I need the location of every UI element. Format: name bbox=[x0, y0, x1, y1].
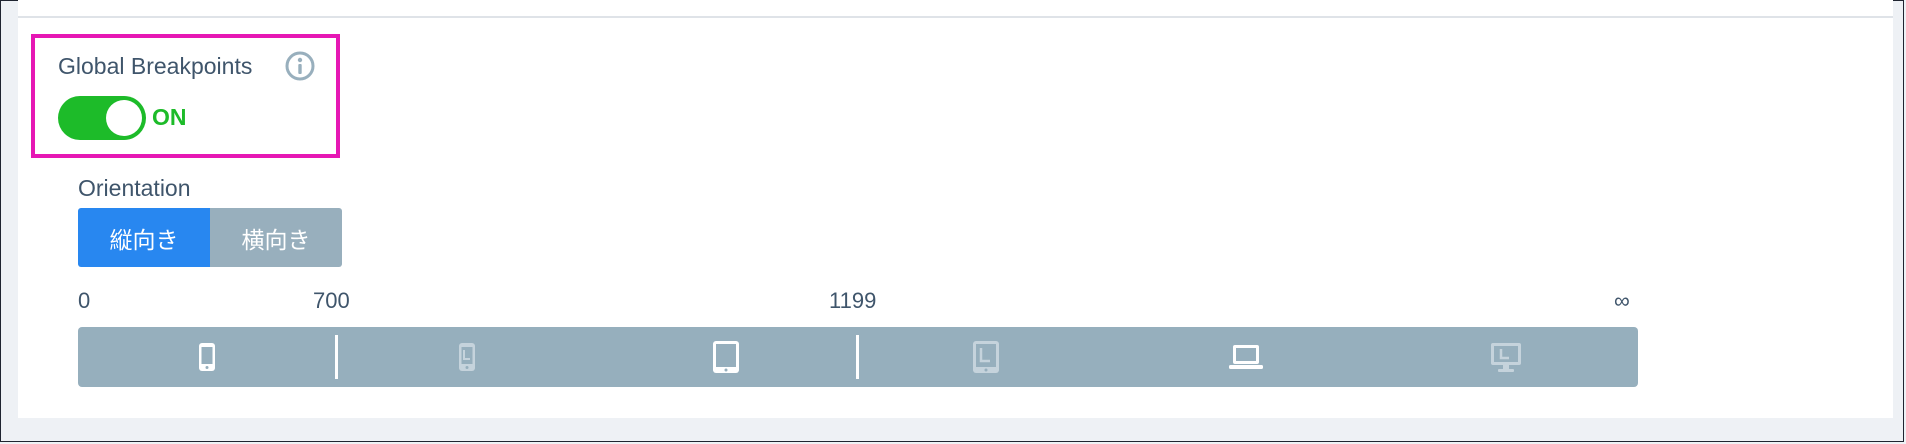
breakpoint-bar bbox=[78, 327, 1638, 387]
laptop-icon[interactable] bbox=[1228, 339, 1264, 375]
global-breakpoints-toggle[interactable] bbox=[58, 96, 146, 140]
phone-landscape-icon[interactable] bbox=[449, 339, 485, 375]
orientation-landscape-button[interactable]: 横向き bbox=[210, 208, 342, 267]
breakpoint-tick-700: 700 bbox=[313, 288, 350, 313]
toggle-knob bbox=[106, 100, 142, 136]
top-section-strip bbox=[18, 0, 1893, 17]
phone-portrait-icon[interactable] bbox=[189, 339, 225, 375]
breakpoint-tick-infinity: ∞ bbox=[1614, 288, 1630, 313]
breakpoint-tick-1199: 1199 bbox=[829, 288, 877, 313]
toggle-state-label: ON bbox=[152, 104, 187, 130]
info-icon[interactable] bbox=[284, 50, 316, 82]
orientation-portrait-button[interactable]: 縦向き bbox=[78, 208, 210, 267]
tablet-landscape-icon[interactable] bbox=[968, 339, 1004, 375]
breakpoint-tick-0: 0 bbox=[78, 288, 91, 313]
desktop-icon[interactable] bbox=[1488, 339, 1524, 375]
orientation-label: Orientation bbox=[78, 175, 191, 201]
global-breakpoints-label: Global Breakpoints bbox=[58, 53, 253, 79]
tablet-portrait-icon[interactable] bbox=[708, 339, 744, 375]
breakpoint-handle-700[interactable] bbox=[335, 335, 338, 379]
breakpoint-handle-1199[interactable] bbox=[856, 335, 859, 379]
